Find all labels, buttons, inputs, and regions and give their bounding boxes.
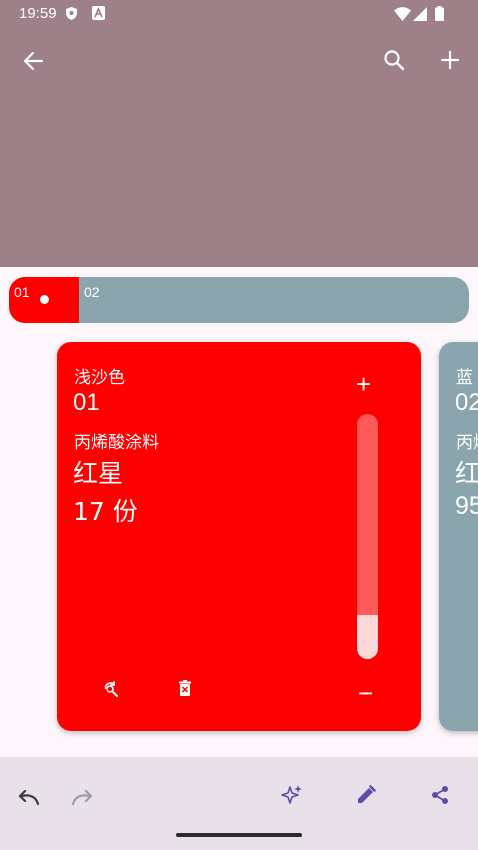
redo-icon [71,789,93,805]
tab-02[interactable]: 02 [79,277,469,323]
selected-dot [40,295,49,304]
paint-type: 丙烯 [456,433,478,453]
edit-icon [358,785,376,803]
trash-icon [179,680,191,696]
share-icon [432,786,448,804]
wifi-icon [394,7,411,25]
battery-icon [435,6,444,25]
decrease-button[interactable]: − [358,678,373,709]
magic-button[interactable] [276,779,308,811]
paint-card[interactable]: 浅沙色 01 丙烯酸涂料 红星 17 份 + − [57,342,421,731]
arrow-left-icon [23,51,44,71]
status-time: 19:59 [19,5,57,22]
undo-icon [18,789,40,805]
paint-card[interactable]: 蓝 02 丙烯 红 95 [439,342,478,731]
paint-type: 丙烯酸涂料 [74,433,159,453]
shield-icon [65,6,78,25]
plus-icon [440,50,460,70]
back-button[interactable] [16,44,50,78]
share-button[interactable] [424,779,456,811]
color-tabs: 01 02 [9,277,469,323]
signal-icon [413,7,427,25]
sparkle-icon [281,785,302,804]
portion-count: 95 [455,492,478,520]
find-replace-icon [104,681,118,697]
replace-color-button[interactable] [97,675,125,703]
gesture-handle [176,833,302,837]
portion-slider[interactable] [357,414,378,659]
color-name: 蓝 [456,368,473,388]
portion-count: 17 份 [73,497,138,526]
slider-fill [357,614,378,659]
font-a-icon [92,6,105,24]
status-bar: 19:59 [0,0,478,28]
search-icon [384,50,405,71]
redo-button[interactable] [67,781,99,813]
brand-name: 红 [455,459,478,488]
color-number: 02 [455,389,478,416]
delete-button[interactable] [171,674,199,702]
brand-name: 红星 [73,459,124,488]
edit-button[interactable] [350,779,382,811]
add-button[interactable] [433,43,467,77]
tab-label: 01 [14,284,30,300]
undo-button[interactable] [12,781,44,813]
tab-01[interactable]: 01 [9,277,79,323]
search-button[interactable] [377,43,411,77]
color-number: 01 [73,389,100,416]
top-app-bar: 19:59 [0,0,478,267]
bottom-action-bar [0,757,478,850]
color-name: 浅沙色 [74,368,125,388]
tab-label: 02 [84,284,100,300]
increase-button[interactable]: + [356,369,371,400]
